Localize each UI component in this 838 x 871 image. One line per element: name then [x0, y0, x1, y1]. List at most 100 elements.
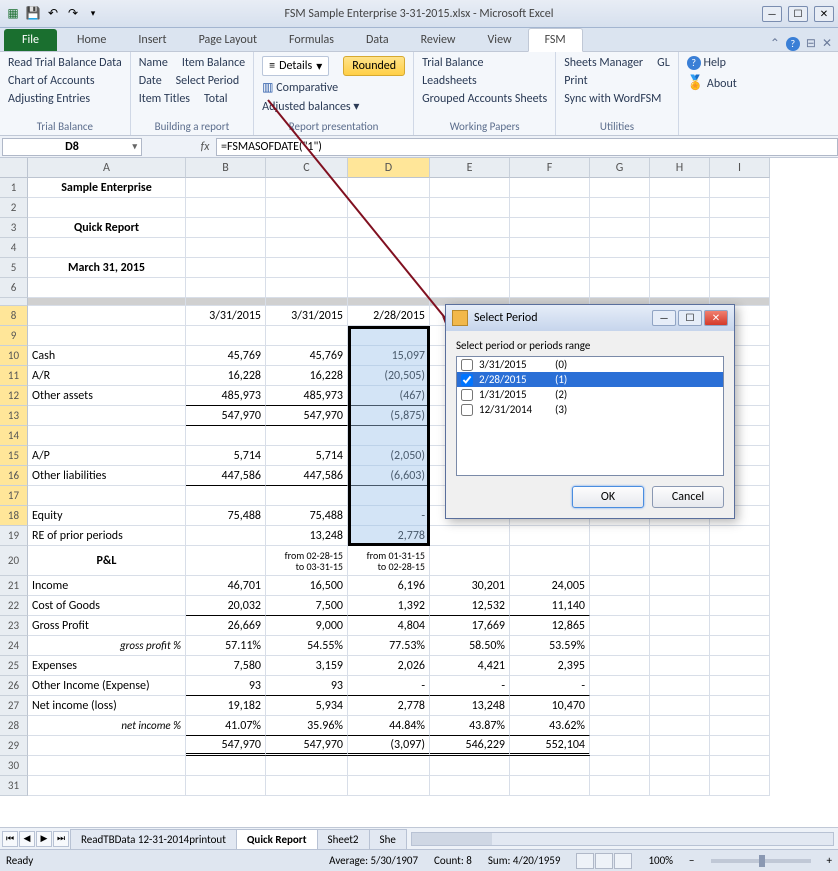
- cell[interactable]: [590, 636, 650, 656]
- row-header[interactable]: 16: [0, 466, 28, 486]
- cell[interactable]: 16,500: [266, 576, 348, 596]
- col-header[interactable]: D: [348, 158, 430, 178]
- row-header[interactable]: 15: [0, 446, 28, 466]
- row-header[interactable]: 22: [0, 596, 28, 616]
- dialog-titlebar[interactable]: Select Period — ☐ ✕: [446, 305, 734, 331]
- dialog-minimize-button[interactable]: —: [652, 310, 676, 326]
- cell[interactable]: [186, 486, 266, 506]
- cell[interactable]: 485,973: [186, 386, 266, 406]
- cell[interactable]: 77.53%: [348, 636, 430, 656]
- cell[interactable]: 447,586: [186, 466, 266, 486]
- cell[interactable]: 43.87%: [430, 716, 510, 736]
- row-header[interactable]: 5: [0, 258, 28, 278]
- cell[interactable]: [430, 198, 510, 218]
- cell[interactable]: 58.50%: [430, 636, 510, 656]
- details-button[interactable]: ≡ Details ▾: [262, 56, 329, 76]
- cell[interactable]: Other Income (Expense): [28, 676, 186, 696]
- cell[interactable]: [348, 298, 430, 306]
- cell[interactable]: [186, 776, 266, 796]
- row-header[interactable]: 13: [0, 406, 28, 426]
- tab-review[interactable]: Review: [405, 29, 472, 51]
- cell[interactable]: 2,778: [348, 526, 430, 546]
- fx-icon[interactable]: fx: [194, 140, 216, 154]
- row-headers[interactable]: 1234568910111213141516171819202122232425…: [0, 178, 28, 796]
- cell[interactable]: [590, 258, 650, 278]
- cell[interactable]: (3,097): [348, 736, 430, 756]
- cell[interactable]: [28, 736, 186, 756]
- cell[interactable]: [186, 218, 266, 238]
- cell[interactable]: [28, 756, 186, 776]
- cell[interactable]: 7,580: [186, 656, 266, 676]
- cell[interactable]: 547,970: [186, 736, 266, 756]
- prev-sheet-icon[interactable]: ◀: [19, 831, 35, 847]
- row-header[interactable]: 1: [0, 178, 28, 198]
- cell[interactable]: [710, 776, 770, 796]
- cell[interactable]: [28, 238, 186, 258]
- cell[interactable]: [186, 298, 266, 306]
- period-checkbox[interactable]: [461, 389, 473, 401]
- cell[interactable]: [590, 198, 650, 218]
- zoom-out-icon[interactable]: −: [689, 854, 694, 867]
- cell[interactable]: 57.11%: [186, 636, 266, 656]
- period-checkbox[interactable]: [461, 359, 473, 371]
- name-button[interactable]: Name: [139, 56, 168, 70]
- cell[interactable]: [710, 696, 770, 716]
- sync-button[interactable]: Sync with WordFSM: [564, 92, 670, 106]
- cell[interactable]: [590, 526, 650, 546]
- cell[interactable]: Other liabilities: [28, 466, 186, 486]
- cell[interactable]: 485,973: [266, 386, 348, 406]
- cell[interactable]: [348, 258, 430, 278]
- col-header[interactable]: E: [430, 158, 510, 178]
- cell[interactable]: [266, 178, 348, 198]
- cell[interactable]: 45,769: [266, 346, 348, 366]
- col-header[interactable]: H: [650, 158, 710, 178]
- cell[interactable]: 53.59%: [510, 636, 590, 656]
- cell[interactable]: (20,505): [348, 366, 430, 386]
- rounded-button[interactable]: Rounded: [343, 56, 405, 76]
- cell[interactable]: Net income (loss): [28, 696, 186, 716]
- cell[interactable]: [650, 258, 710, 278]
- cell[interactable]: Sample Enterprise: [28, 178, 186, 198]
- cell[interactable]: [650, 776, 710, 796]
- select-all-corner[interactable]: [0, 158, 28, 178]
- cell[interactable]: [348, 776, 430, 796]
- cell[interactable]: 75,488: [266, 506, 348, 526]
- cell[interactable]: [590, 696, 650, 716]
- cell[interactable]: [710, 278, 770, 298]
- cell[interactable]: 24,005: [510, 576, 590, 596]
- adj-entries-button[interactable]: Adjusting Entries: [8, 92, 122, 106]
- cancel-button[interactable]: Cancel: [652, 486, 724, 508]
- zoom-in-icon[interactable]: +: [827, 854, 832, 867]
- cell[interactable]: [710, 238, 770, 258]
- cell[interactable]: gross profit %: [28, 636, 186, 656]
- tab-view[interactable]: View: [472, 29, 528, 51]
- row-header[interactable]: 28: [0, 716, 28, 736]
- cell[interactable]: -: [348, 676, 430, 696]
- cell[interactable]: [650, 198, 710, 218]
- cell[interactable]: [590, 736, 650, 756]
- close-button[interactable]: ✕: [814, 6, 834, 22]
- cell[interactable]: [590, 596, 650, 616]
- cell[interactable]: Quick Report: [28, 218, 186, 238]
- cell[interactable]: [266, 218, 348, 238]
- cell[interactable]: 20,032: [186, 596, 266, 616]
- cell[interactable]: [266, 756, 348, 776]
- ribbon-minimize-icon[interactable]: ⌃: [770, 36, 780, 51]
- cell[interactable]: 547,970: [266, 406, 348, 426]
- cell[interactable]: [28, 298, 186, 306]
- cell[interactable]: 44.84%: [348, 716, 430, 736]
- cell[interactable]: 75,488: [186, 506, 266, 526]
- cell[interactable]: [348, 426, 430, 446]
- cell[interactable]: [710, 736, 770, 756]
- cell[interactable]: -: [510, 676, 590, 696]
- cell[interactable]: 7,500: [266, 596, 348, 616]
- cell[interactable]: [650, 576, 710, 596]
- cell[interactable]: 4,804: [348, 616, 430, 636]
- cell[interactable]: [710, 526, 770, 546]
- sheet-tab[interactable]: ReadTBData 12-31-2014printout: [70, 829, 237, 849]
- cell[interactable]: [430, 178, 510, 198]
- dialog-maximize-button[interactable]: ☐: [678, 310, 702, 326]
- row-header[interactable]: 17: [0, 486, 28, 506]
- col-header[interactable]: G: [590, 158, 650, 178]
- period-item[interactable]: 12/31/2014(3): [457, 402, 723, 417]
